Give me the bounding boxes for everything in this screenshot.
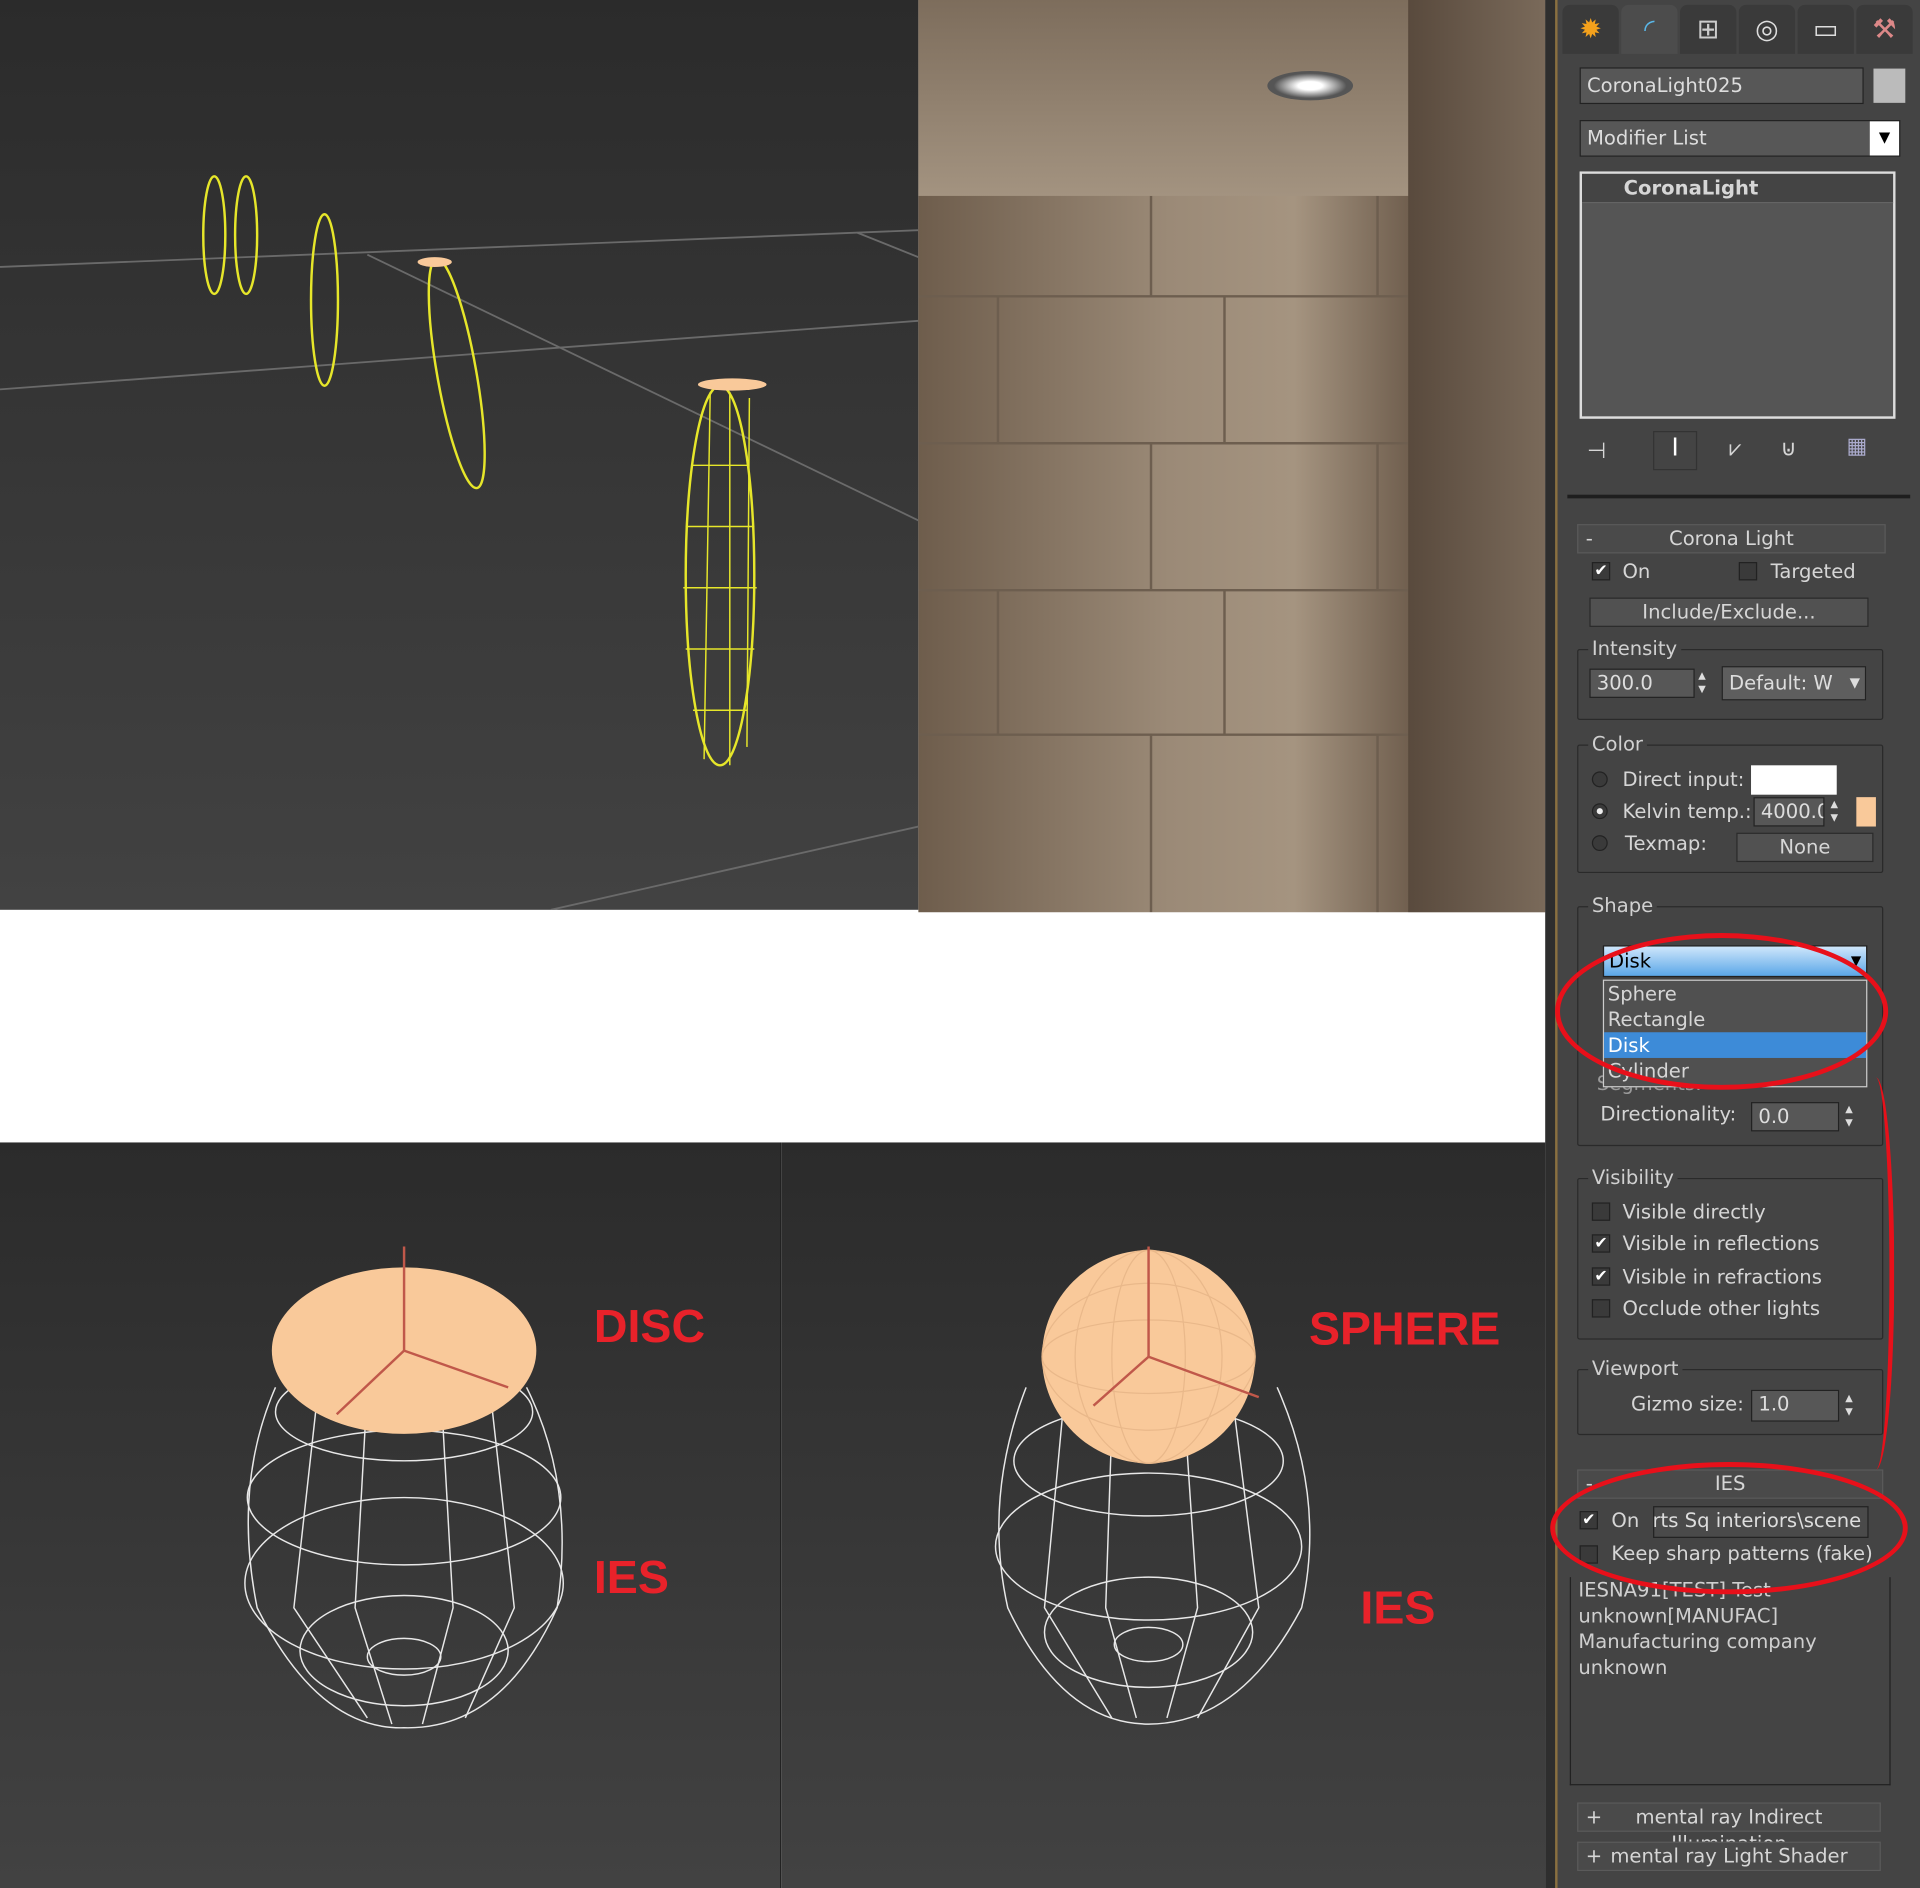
light-gizmo <box>684 384 756 767</box>
visible-reflections-label: Visible in reflections <box>1622 1231 1820 1256</box>
group-title: Visibility <box>1588 1165 1678 1189</box>
kelvin-temp-field[interactable]: 4000.0 <box>1753 797 1825 827</box>
rollout-corona-light[interactable]: - Corona Light <box>1577 524 1886 554</box>
object-name-field[interactable]: CoronaLight025 <box>1579 67 1864 105</box>
motion-icon[interactable]: ◎ <box>1738 4 1796 54</box>
modify-icon[interactable]: ◜ <box>1621 4 1678 54</box>
modifier-list-dropdown[interactable]: Modifier List ▼ <box>1579 120 1901 157</box>
light-gizmo <box>233 175 259 296</box>
direct-input-radio[interactable] <box>1591 771 1608 788</box>
modifier-stack: CoronaLight <box>1579 171 1896 419</box>
ies-info-line: unknown[MANUFAC] <box>1578 1604 1779 1628</box>
rollout-title: mental ray Light Shader <box>1610 1844 1848 1868</box>
occlude-lights-label: Occlude other lights <box>1622 1296 1821 1321</box>
disc-label: DISC <box>593 1301 706 1354</box>
sphere-label: SPHERE <box>1308 1304 1501 1356</box>
light-wireframes <box>0 175 919 910</box>
intensity-unit-dropdown[interactable]: Default: W ▼ <box>1721 666 1867 701</box>
kelvin-spinner[interactable]: ▲ ▼ <box>1826 797 1843 826</box>
modifier-list-label: Modifier List <box>1586 126 1707 150</box>
wall-corner <box>1408 0 1546 913</box>
light-gizmo <box>202 175 227 296</box>
light-gizmo <box>427 257 486 490</box>
viewport-border <box>1545 0 1558 1888</box>
viewport-sphere-ies[interactable]: SPHERE IES <box>780 1142 1546 1888</box>
viewport-perspective-lights[interactable] <box>0 0 919 910</box>
intensity-spinner[interactable]: ▲ ▼ <box>1693 669 1710 698</box>
light-gizmo <box>309 213 340 387</box>
occlude-lights-checkbox[interactable] <box>1591 1299 1611 1318</box>
annotation-connector <box>1858 1077 1895 1470</box>
rollout-title: Corona Light <box>1669 526 1794 550</box>
ies-label-right: IES <box>1360 1583 1436 1635</box>
expand-icon: + <box>1585 1804 1603 1829</box>
ceiling-spotlight <box>1267 71 1354 101</box>
gizmo-size-label: Gizmo size: <box>1631 1392 1744 1416</box>
divider <box>1567 494 1911 499</box>
ies-label-left: IES <box>593 1552 669 1605</box>
texmap-label: Texmap: <box>1624 831 1707 855</box>
annotation-circle-ies <box>1550 1462 1908 1595</box>
texmap-button[interactable]: None <box>1736 832 1874 863</box>
group-title: Color <box>1588 732 1647 756</box>
disc-ies-wireframe <box>244 1246 565 1729</box>
intensity-field[interactable]: 300.0 <box>1589 668 1695 698</box>
group-title: Shape <box>1588 893 1657 918</box>
disk-light <box>697 378 767 391</box>
visible-refractions-checkbox[interactable]: ✔ <box>1591 1267 1611 1286</box>
utilities-icon[interactable]: ⚒ <box>1856 4 1913 54</box>
visible-directly-checkbox[interactable] <box>1591 1202 1611 1221</box>
visible-reflections-checkbox[interactable]: ✔ <box>1591 1234 1611 1253</box>
create-icon[interactable]: ✹ <box>1562 4 1619 54</box>
on-label: On <box>1622 559 1651 583</box>
include-exclude-button[interactable]: Include/Exclude... <box>1589 597 1869 627</box>
rollout-mr-indirect-illumination[interactable]: +mental ray Indirect Illumination <box>1577 1802 1881 1855</box>
disk-light <box>417 257 452 267</box>
hierarchy-icon[interactable]: ⊞ <box>1680 4 1737 54</box>
group-title: Viewport <box>1588 1356 1683 1381</box>
remove-modifier-icon[interactable]: ⊍ <box>1780 436 1796 462</box>
viewport-disc-ies[interactable]: DISC IES <box>0 1142 781 1888</box>
chevron-down-icon: ▼ <box>1869 121 1900 156</box>
render-preview <box>918 0 1546 913</box>
expand-icon: + <box>1585 1844 1603 1868</box>
sphere-ies-wireframe <box>994 1246 1311 1725</box>
visible-directly-label: Visible directly <box>1622 1200 1766 1224</box>
wall-tiles <box>918 195 1409 913</box>
kelvin-temp-label: Kelvin temp.: <box>1622 799 1752 823</box>
chevron-down-icon: ▼ <box>1849 674 1861 691</box>
annotation-circle-shape <box>1555 933 1889 1090</box>
object-color-swatch[interactable] <box>1873 68 1906 103</box>
direct-color-swatch[interactable] <box>1751 765 1837 795</box>
ies-info: IESNA91[TEST] Test unknown[MANUFAC] Manu… <box>1569 1577 1891 1786</box>
targeted-label: Targeted <box>1770 559 1856 583</box>
ies-info-line: unknown <box>1578 1655 1668 1679</box>
group-title: Intensity <box>1588 636 1681 661</box>
command-panel: ✹ ◜ ⊞ ◎ ▭ ⚒ CoronaLight025 Modifier List… <box>1545 0 1920 1888</box>
collapse-icon: - <box>1585 526 1593 550</box>
grid-lines <box>0 229 919 910</box>
show-end-result-icon[interactable]: Ⅰ <box>1653 431 1698 471</box>
visible-refractions-label: Visible in refractions <box>1622 1264 1822 1289</box>
directionality-label: Directionality: <box>1600 1102 1737 1126</box>
stack-item-coronalight[interactable]: CoronaLight <box>1582 173 1894 204</box>
targeted-checkbox[interactable] <box>1738 562 1758 581</box>
intensity-unit-label: Default: W <box>1728 671 1833 695</box>
rollout-mr-light-shader[interactable]: + mental ray Light Shader <box>1577 1841 1881 1872</box>
pin-stack-icon[interactable]: ⊣ <box>1587 438 1606 464</box>
kelvin-temp-radio[interactable] <box>1591 803 1608 820</box>
configure-sets-icon[interactable]: ▦ <box>1847 433 1868 459</box>
texmap-radio[interactable] <box>1591 835 1608 852</box>
ies-info-line: Manufacturing company <box>1578 1629 1817 1654</box>
on-checkbox[interactable]: ✔ <box>1591 562 1611 581</box>
kelvin-color-swatch <box>1856 797 1876 827</box>
display-icon[interactable]: ▭ <box>1797 4 1854 54</box>
make-unique-icon[interactable]: ⩗ <box>1729 436 1741 462</box>
directionality-field[interactable]: 0.0 <box>1751 1102 1840 1132</box>
directionality-spinner[interactable]: ▲ ▼ <box>1840 1102 1857 1131</box>
gizmo-size-field[interactable]: 1.0 <box>1751 1389 1840 1422</box>
direct-input-label: Direct input: <box>1622 767 1745 792</box>
gizmo-spinner[interactable]: ▲ ▼ <box>1840 1391 1857 1420</box>
